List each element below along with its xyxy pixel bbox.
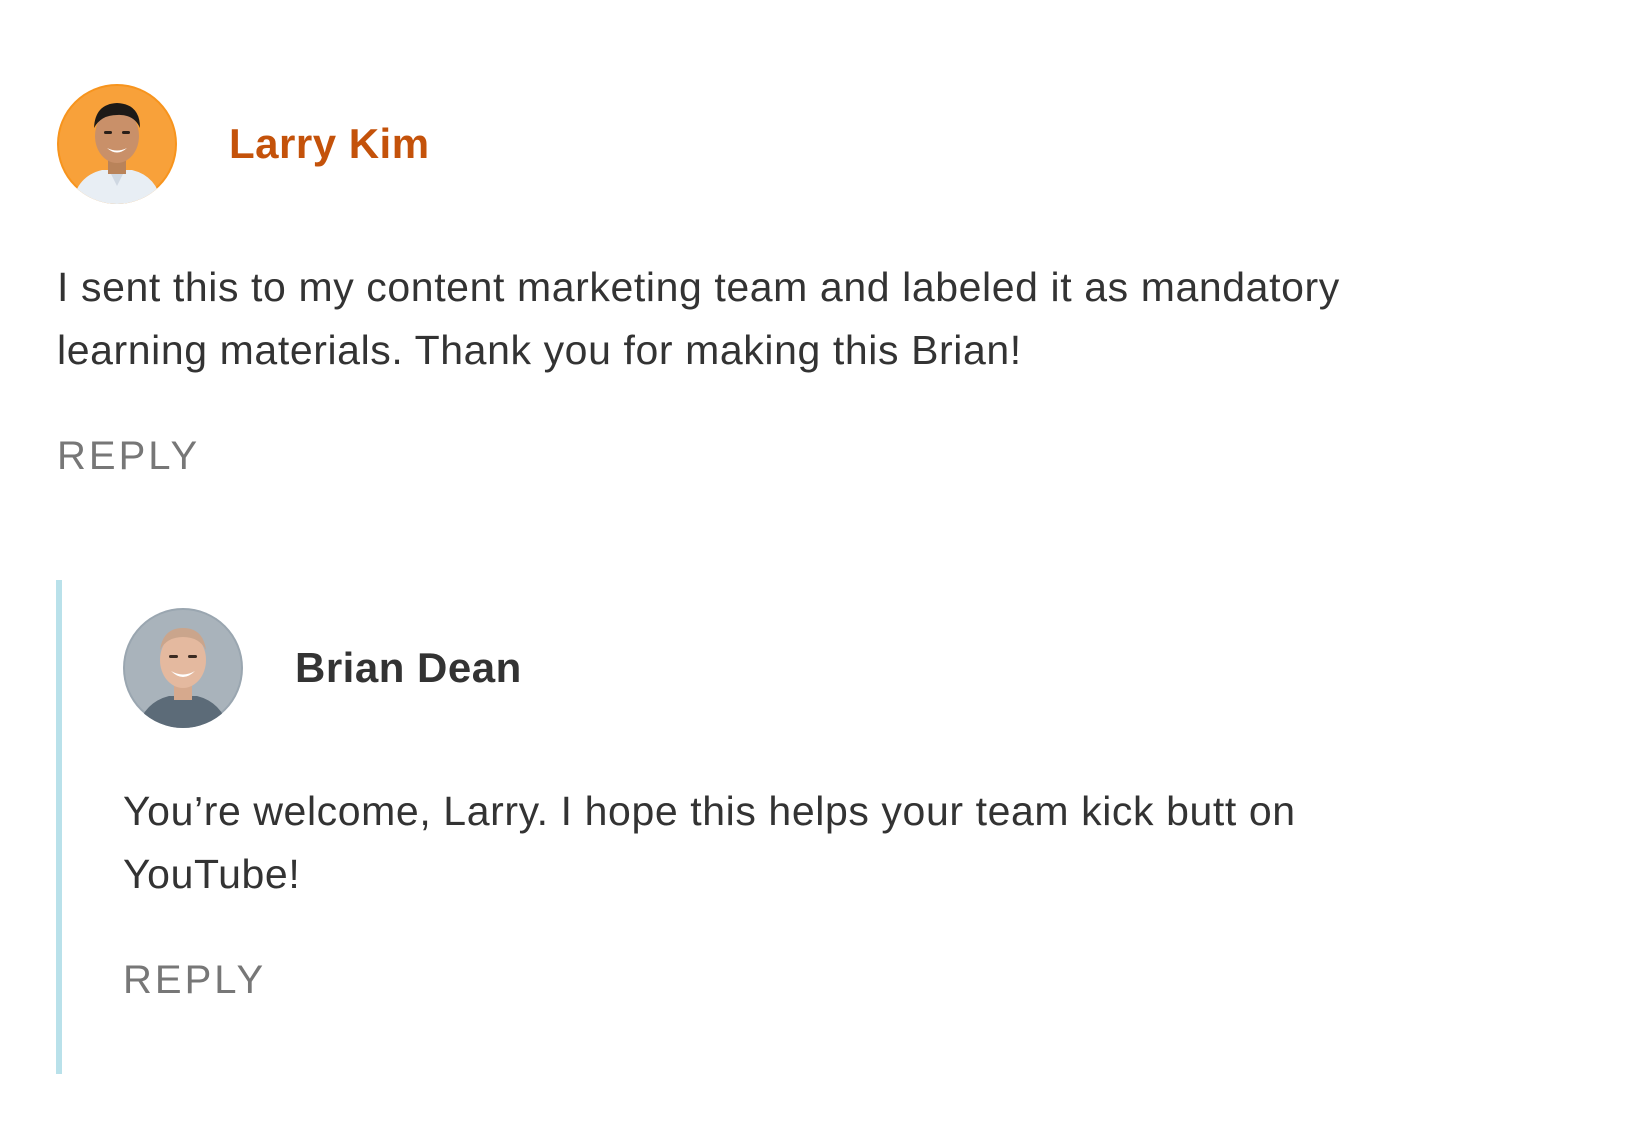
avatar-brian-dean: [123, 608, 243, 728]
comment-brian-dean: Brian Dean You’re welcome, Larry. I hope…: [123, 608, 1523, 1003]
comment-body: I sent this to my content marketing team…: [57, 264, 1340, 373]
comment-author[interactable]: Brian Dean: [295, 644, 522, 692]
comment-header: Brian Dean: [123, 608, 1523, 728]
comment-body: You’re welcome, Larry. I hope this helps…: [123, 788, 1296, 897]
comment-larry-kim: Larry Kim I sent this to my content mark…: [57, 84, 1557, 479]
avatar-larry-kim: [57, 84, 177, 204]
comment-author[interactable]: Larry Kim: [229, 120, 430, 168]
reply-button[interactable]: REPLY: [123, 958, 266, 1003]
reply-button[interactable]: REPLY: [57, 434, 200, 479]
reply-thread: Brian Dean You’re welcome, Larry. I hope…: [56, 580, 1542, 1074]
comment-header: Larry Kim: [57, 84, 1557, 204]
